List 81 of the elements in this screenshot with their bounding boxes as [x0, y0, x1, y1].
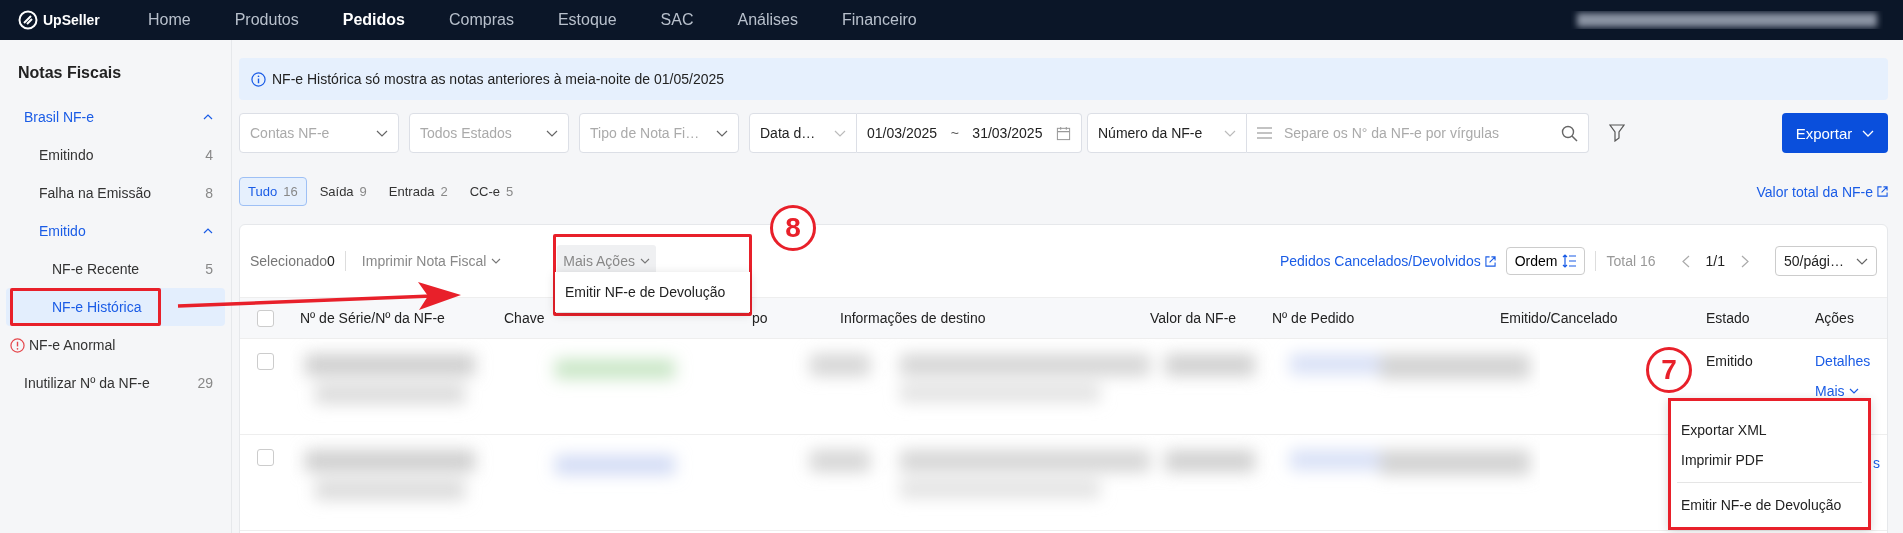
details-link[interactable]: s: [1873, 455, 1887, 471]
nav-item[interactable]: SAC: [638, 11, 716, 29]
page-indicator: 1/1: [1705, 253, 1725, 269]
external-link-icon: [1484, 255, 1496, 267]
nav-item[interactable]: Análises: [715, 11, 820, 29]
nav-item[interactable]: Pedidos: [320, 11, 427, 29]
notice-text: NF-e Histórica só mostra as notas anteriores à meia-noite de 01/05/2025: [272, 71, 725, 87]
menu-item[interactable]: Emitir NF-e de Devolução: [1671, 490, 1868, 520]
sidebar-item[interactable]: Emitindo 4: [6, 136, 225, 174]
sidebar-item[interactable]: Brasil NF-e: [6, 98, 225, 136]
previous-page-icon[interactable]: [1681, 254, 1690, 268]
sidebar-item[interactable]: Falha na Emissão 8: [6, 174, 225, 212]
next-page-icon[interactable]: [1741, 254, 1749, 268]
more-dropdown[interactable]: Mais: [1815, 383, 1887, 399]
column-header: Informações de destino: [840, 310, 986, 326]
sidebar-item[interactable]: NF-e Anormal: [6, 326, 225, 364]
column-header: Valor da NF-e: [1150, 310, 1237, 326]
chevron-icon: [203, 114, 213, 120]
list-icon: [1257, 127, 1272, 139]
total-count: Total 16: [1606, 253, 1656, 269]
selected-count: Selecionado0: [250, 253, 335, 269]
sidebar-item[interactable]: Emitido: [6, 212, 225, 250]
nav-item[interactable]: Estoque: [535, 11, 639, 29]
menu-item[interactable]: Imprimir PDF: [1671, 445, 1868, 475]
column-header: Chave: [504, 310, 545, 326]
total-value-link[interactable]: Valor total da NF-e: [1756, 183, 1888, 200]
brand-name: UpSeller: [43, 12, 100, 28]
chevron-icon: [203, 228, 213, 234]
details-link[interactable]: Detalhes: [1815, 353, 1887, 369]
chevron-down-icon: [546, 129, 558, 137]
menu-item[interactable]: Emitir NF-e de Devolução: [555, 277, 750, 307]
print-dropdown[interactable]: Imprimir Nota Fiscal: [355, 247, 508, 275]
chevron-down-icon: [716, 129, 728, 137]
chevron-down-icon: [639, 258, 650, 264]
warning-icon: [10, 337, 25, 353]
date-type-select[interactable]: Data d…: [749, 113, 857, 153]
tab[interactable]: Entrada 2: [379, 177, 457, 206]
sidebar-item[interactable]: NF-e Recente 5: [6, 250, 225, 288]
nav-item[interactable]: Financeiro: [820, 11, 939, 29]
sidebar-title: Notas Fiscais: [17, 63, 123, 83]
chevron-down-icon: [1224, 129, 1236, 137]
menu-item[interactable]: Exportar XML: [1671, 415, 1868, 445]
date-range-field[interactable]: 01/03/2025 ~ 31/03/2025: [857, 113, 1082, 153]
checkbox[interactable]: [256, 309, 274, 327]
checkbox[interactable]: [256, 449, 274, 466]
nav-item[interactable]: Home: [126, 11, 213, 29]
status-text: Emitido: [1706, 353, 1753, 369]
sidebar-item[interactable]: Inutilizar Nº da NF-e 29: [6, 364, 225, 402]
chevron-down-icon: [1848, 388, 1859, 394]
filter-icon[interactable]: [1609, 124, 1625, 142]
column-header: Nº de Série/Nº da NF-e: [300, 310, 445, 326]
external-link-icon: [1877, 186, 1888, 197]
column-header: Nº de Pedido: [1272, 310, 1355, 326]
column-header: po: [752, 310, 768, 326]
chevron-down-icon: [491, 258, 502, 264]
column-header: Estado: [1706, 310, 1750, 326]
export-button[interactable]: Exportar: [1782, 113, 1888, 153]
sort-button[interactable]: Ordem: [1505, 247, 1586, 275]
search-input[interactable]: Separe os N° da NF-e por vírgulas: [1282, 124, 1551, 142]
chevron-down-icon: [376, 129, 388, 137]
info-icon: [251, 71, 266, 87]
search-icon: [1561, 124, 1578, 142]
tab[interactable]: Saída 9: [310, 177, 376, 206]
cancelled-orders-link[interactable]: Pedidos Cancelados/Devolvidos: [1279, 253, 1496, 269]
column-header: Ações: [1815, 310, 1854, 326]
search-field[interactable]: Separe os N° da NF-e por vírgulas: [1247, 113, 1589, 153]
calendar-icon: [1056, 125, 1071, 141]
nav-item[interactable]: Compras: [426, 11, 536, 29]
search-type-select[interactable]: Número da NF-e: [1087, 113, 1247, 153]
nav-item[interactable]: Produtos: [212, 11, 321, 29]
checkbox[interactable]: [256, 353, 274, 370]
logo-icon: [18, 10, 38, 30]
tab[interactable]: CC-e 5: [460, 177, 523, 206]
tab[interactable]: Tudo 16: [239, 177, 307, 206]
step-marker: 8: [770, 205, 816, 251]
column-header: Emitido/Cancelado: [1500, 310, 1618, 326]
chevron-down-icon: [834, 129, 846, 137]
chevron-down-icon: [1856, 257, 1868, 265]
sort-icon: [1562, 254, 1577, 268]
page-size-select[interactable]: 50/pági…: [1775, 246, 1877, 276]
chevron-down-icon: [1862, 129, 1875, 137]
